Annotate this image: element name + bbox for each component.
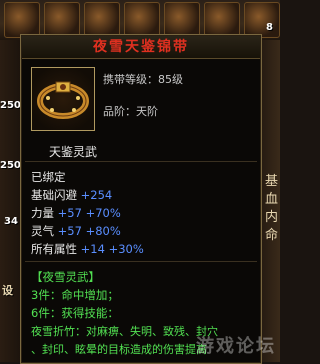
divider	[25, 261, 257, 262]
skill-description-1: 夜雪折竹：对麻痹、失明、致残、封穴	[31, 325, 218, 338]
item-tooltip: 夜雪天鉴锦带 携带等级：85级 品阶：天阶 天鉴灵武 已绑定 基础闪避 +254…	[20, 34, 262, 364]
stat-name: 力量	[31, 206, 54, 220]
background-slot[interactable]	[124, 2, 160, 38]
background-left-panel	[0, 40, 22, 362]
belt-icon	[31, 67, 95, 131]
right-label: 命	[264, 228, 278, 243]
stat-percent: +80%	[85, 224, 121, 238]
stat-row: 灵气 +57 +80%	[31, 223, 121, 239]
stat-percent: +30%	[108, 242, 144, 256]
stat-row: 力量 +57 +70%	[31, 205, 121, 221]
right-label: 血	[264, 192, 278, 207]
forum-watermark: 游戏论坛	[196, 336, 276, 357]
background-slot[interactable]	[244, 2, 280, 38]
divider	[25, 161, 257, 162]
stat-name: 所有属性	[31, 242, 77, 256]
set-bonus-6: 6件：获得技能：	[31, 306, 119, 320]
tooltip-title-bar: 夜雪天鉴锦带	[22, 36, 260, 59]
left-count: 250	[0, 100, 21, 111]
item-title: 夜雪天鉴锦带	[93, 39, 189, 55]
set-name: 【夜雪灵武】	[31, 270, 100, 284]
stat-percent: +70%	[85, 206, 121, 220]
stat-name: 基础闪避	[31, 188, 77, 202]
stat-row: 所有属性 +14 +30%	[31, 241, 144, 257]
stat-name: 灵气	[31, 224, 54, 238]
item-subtitle: 天鉴灵武	[49, 145, 98, 159]
left-count: 34	[4, 216, 18, 227]
background-slot[interactable]	[4, 2, 40, 38]
carry-level: 携带等级：85级	[103, 73, 183, 86]
slot-count: 8	[266, 22, 273, 33]
background-slot[interactable]	[84, 2, 120, 38]
background-slot[interactable]	[204, 2, 240, 38]
item-grade: 品阶：天阶	[103, 105, 158, 118]
right-label: 内	[264, 210, 278, 225]
stat-row: 基础闪避 +254	[31, 187, 112, 203]
background-slot[interactable]	[44, 2, 80, 38]
skill-description-2: 、封印、眩晕的目标造成的伤害提高	[31, 343, 207, 356]
stat-value: +57	[57, 224, 82, 238]
left-label: 设	[2, 284, 13, 297]
right-label: 基	[264, 174, 278, 189]
left-count: 250	[0, 160, 21, 171]
stat-value: +57	[57, 206, 82, 220]
stat-value: +254	[80, 188, 113, 202]
background-slot[interactable]	[164, 2, 200, 38]
bound-status: 已绑定	[31, 170, 66, 184]
stat-value: +14	[80, 242, 105, 256]
set-bonus-3: 3件：命中增加；	[31, 288, 119, 302]
